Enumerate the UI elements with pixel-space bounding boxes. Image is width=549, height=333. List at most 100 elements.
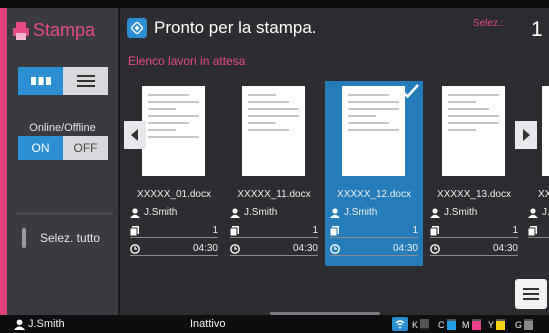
offline-button[interactable]: OFF [63, 136, 108, 160]
left-accent-bar [0, 8, 7, 315]
top-frame [0, 0, 549, 8]
list-view-button[interactable] [63, 67, 108, 95]
online-offline-toggle: ON OFF [18, 136, 108, 160]
job-card[interactable]: XXXXX_13.docx J.Smith 1 04:30 [425, 81, 523, 266]
ink-label: C [438, 320, 445, 330]
ink-gauge [446, 319, 456, 330]
job-time: 04:30 [430, 243, 518, 256]
document-thumbnail [342, 86, 405, 176]
clock-icon [430, 243, 440, 254]
info-icon[interactable] [127, 18, 147, 38]
selected-label: Selez.: [473, 18, 504, 29]
device-status: Inattivo [190, 318, 226, 330]
user-icon [230, 207, 240, 218]
selected-count: 1 [531, 18, 543, 41]
ink-gauge [524, 319, 534, 330]
queue-title: Elenco lavori in attesa [128, 54, 246, 68]
ink-level-c: C [438, 319, 456, 330]
ink-label: G [515, 320, 523, 330]
copies-icon [430, 225, 439, 236]
ink-label: K [412, 320, 419, 330]
job-copies-value: 1 [312, 225, 318, 236]
arrow-left-icon [131, 129, 138, 141]
user-icon [528, 207, 538, 218]
job-card[interactable]: XXXXX_11.docx J.Smith 1 04:30 [225, 81, 323, 266]
job-file-name: XXXXX_12.docx [337, 189, 411, 200]
list-view-icon [76, 75, 95, 87]
job-copies-value: 1 [212, 225, 218, 236]
job-time: 04:30 [330, 243, 418, 256]
user-icon [430, 207, 440, 218]
job-user: J. [528, 207, 549, 218]
document-thumbnail [442, 86, 505, 176]
ink-gauge [496, 319, 506, 330]
grid-view-icon [30, 77, 51, 85]
ink-gauge [420, 319, 430, 330]
select-all-button[interactable]: Selez. tutto [22, 228, 100, 248]
ink-level-k: K [412, 319, 430, 330]
job-time: 04:30 [230, 243, 318, 256]
job-card[interactable]: XXXXX_01.docx J.Smith 1 04:30 [125, 81, 223, 266]
job-user: J.Smith [330, 207, 377, 218]
footer-user: J.Smith [14, 318, 65, 330]
job-time: 04:30 [130, 243, 218, 256]
job-copies: 1 [330, 225, 418, 238]
job-file-name: XXXXX_13.docx [437, 189, 511, 200]
clock-icon [130, 243, 140, 254]
scroll-right-button[interactable] [515, 121, 537, 149]
online-button[interactable]: ON [18, 136, 63, 160]
job-user: J.Smith [430, 207, 477, 218]
clock-icon [230, 243, 240, 254]
status-bar: J.Smith Inattivo K C M Y G [0, 315, 549, 333]
view-toggle [18, 67, 108, 95]
job-user: J.Smith [230, 207, 277, 218]
wifi-icon [392, 317, 408, 331]
menu-icon [523, 288, 539, 300]
job-card-selected[interactable]: XXXXX_12.docx J.Smith 1 04:30 [325, 81, 423, 266]
menu-button[interactable] [515, 279, 547, 309]
ink-level-m: M [462, 319, 481, 330]
copies-icon [230, 225, 239, 236]
online-offline-label: Online/Offline [29, 122, 96, 134]
job-time-value: 04:30 [392, 243, 418, 254]
job-file-name: XXXXX_11.docx [237, 189, 311, 200]
footer-user-name: J.Smith [28, 318, 65, 330]
document-thumbnail [142, 86, 205, 176]
grid-view-button[interactable] [18, 67, 63, 95]
job-copies-value: 1 [412, 225, 418, 236]
job-copies-value: 1 [512, 225, 518, 236]
copies-icon [330, 225, 339, 236]
sidebar: Stampa Online/Offline ON OFF Selez. tutt… [7, 8, 118, 315]
ink-label: Y [488, 320, 495, 330]
check-icon [401, 84, 419, 99]
job-user-name: J.Smith [344, 207, 378, 218]
job-user-name: J.Smith [244, 207, 278, 218]
job-copies: 1 [130, 225, 218, 238]
app-title: Stampa [13, 20, 95, 41]
main-panel: Pronto per la stampa. Selez.: 1 Elenco l… [120, 8, 549, 315]
app-title-text: Stampa [33, 20, 96, 40]
diamond-icon [131, 22, 143, 34]
job-file-name: XX [538, 189, 549, 200]
job-time-value: 04:30 [292, 243, 318, 254]
document-thumbnail [542, 86, 549, 176]
scroll-left-button[interactable] [124, 121, 146, 149]
job-user: J.Smith [130, 207, 177, 218]
job-user-name: J. [542, 207, 549, 218]
copies-icon [130, 225, 139, 236]
copies-icon [528, 225, 537, 236]
select-all-indicator [22, 228, 26, 248]
job-time-value: 04:30 [192, 243, 218, 254]
print-icon [13, 21, 29, 40]
arrow-right-icon [523, 129, 530, 141]
user-icon [14, 318, 25, 330]
job-copies: 1 [430, 225, 518, 238]
status-message: Pronto per la stampa. [154, 18, 317, 37]
sidebar-divider [15, 213, 113, 214]
user-icon [130, 207, 140, 218]
ink-level-g: G [515, 319, 534, 330]
select-all-label: Selez. tutto [40, 231, 101, 245]
user-icon [330, 207, 340, 218]
job-card-partial[interactable]: XX J. 1 [525, 81, 549, 266]
job-copies: 1 [528, 225, 549, 238]
